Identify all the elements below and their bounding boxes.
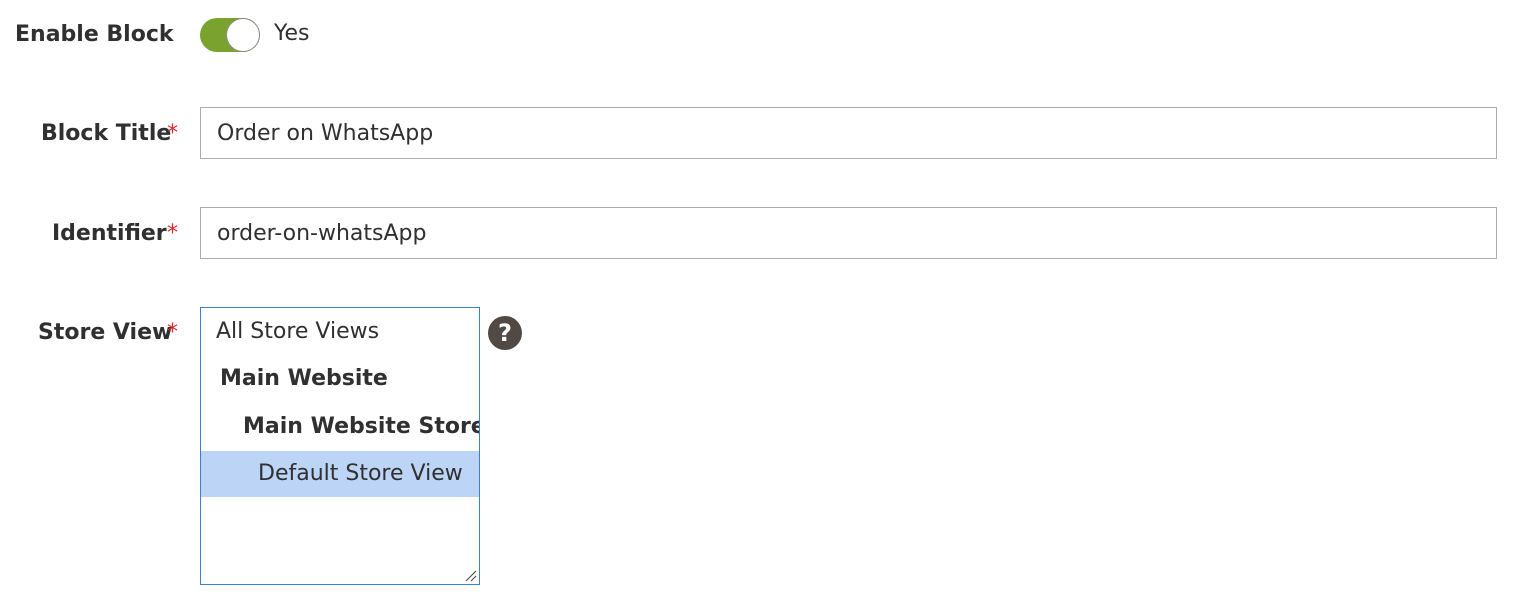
required-star: *	[167, 320, 178, 345]
block-title-input[interactable]	[200, 107, 1497, 159]
store-view-label: Store View	[38, 320, 173, 345]
question-mark-icon[interactable]: ?	[488, 316, 522, 350]
required-star: *	[167, 121, 178, 146]
store-view-option-main-website-store[interactable]: Main Website Store	[201, 404, 479, 450]
enable-block-label: Enable Block	[15, 22, 174, 47]
store-view-option-all[interactable]: All Store Views	[201, 309, 479, 355]
block-title-label: Block Title	[41, 121, 172, 146]
identifier-label: Identifier	[52, 221, 167, 246]
store-view-option-default[interactable]: Default Store View	[201, 451, 479, 497]
store-view-multiselect[interactable]: All Store Views Main Website Main Websit…	[200, 307, 480, 585]
resize-grip-icon[interactable]	[463, 568, 477, 582]
enable-block-value-text: Yes	[274, 21, 310, 46]
identifier-input[interactable]	[200, 207, 1497, 259]
toggle-knob	[226, 18, 260, 52]
required-star: *	[167, 221, 178, 246]
enable-block-toggle[interactable]	[200, 18, 260, 52]
store-view-option-main-website[interactable]: Main Website	[201, 356, 479, 402]
